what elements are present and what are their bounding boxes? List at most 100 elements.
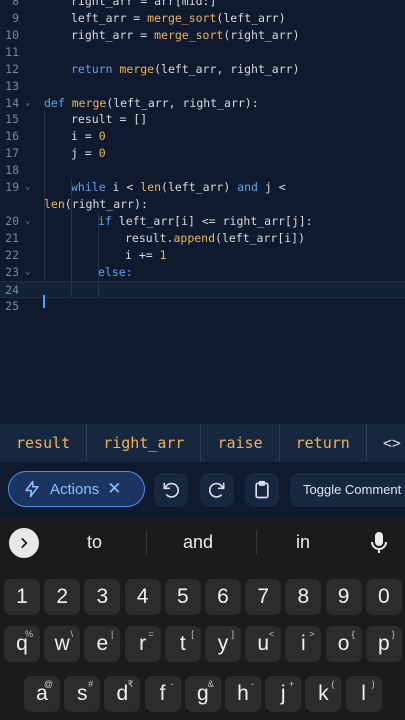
key-p[interactable]: p} [365,626,402,662]
actions-button[interactable]: Actions ✕ [8,471,145,507]
suggestion-item[interactable]: raise [201,424,280,462]
lightning-icon [25,480,39,498]
line-number: 12 [5,61,19,76]
code-line[interactable]: 14 ⌄ def merge(left_arr, right_arr): [0,95,405,112]
key-3[interactable]: 3 [84,579,121,615]
key-j[interactable]: j + [265,676,302,712]
key-d[interactable]: d ₹ [104,676,141,712]
undo-button[interactable] [154,473,188,507]
code-line[interactable]: 12 return merge(left_arr, right_arr) [0,61,405,78]
line-number: 20 [5,213,19,228]
indent-guide [44,111,45,281]
key-2[interactable]: 2 [44,579,81,615]
code-text: result = [] [71,112,148,127]
keyboard-suggestion[interactable]: to [87,532,102,553]
key-e[interactable]: e | [84,626,121,662]
actions-label: Actions [50,480,100,498]
clipboard-button[interactable] [245,473,279,507]
code-text: i = 0 [71,129,106,144]
key-l[interactable]: l) [345,676,382,712]
code-line[interactable]: len(right_arr): [0,196,405,213]
code-line[interactable]: 8 right_arr = arr[mid:] [0,0,405,10]
redo-icon [208,482,225,498]
code-line[interactable]: 9 left_arr = merge_sort(left_arr) [0,10,405,27]
key-a[interactable]: a @ [24,676,60,712]
line-number: 15 [5,112,19,127]
key-u[interactable]: u < [245,626,282,662]
key-0[interactable]: 0 [365,579,402,615]
fold-chevron-icon[interactable]: ⌄ [25,264,35,281]
keyboard-suggestion[interactable]: and [183,532,213,553]
indent-guide [71,179,72,281]
key-s[interactable]: s # [64,676,101,712]
code-line[interactable]: 22 i += 1 [0,247,405,264]
keyboard-suggestion[interactable]: in [296,532,310,553]
autocomplete-bar: result right_arr raise return <> r [0,424,405,462]
indent-guide [98,212,99,281]
suggestion-item[interactable]: result [0,424,88,462]
code-line[interactable]: 25 [0,298,405,315]
keyboard-suggestion-strip: to and in [0,518,405,568]
key-6[interactable]: 6 [205,579,241,615]
key-4[interactable]: 4 [124,579,161,615]
line-number: 9 [12,10,19,25]
toggle-comment-button[interactable]: Toggle Comment [290,473,405,507]
key-y[interactable]: y] [205,626,241,662]
line-number: 10 [5,27,19,42]
code-line[interactable]: 21 result.append(left_arr[i]) [0,230,405,247]
microphone-icon[interactable] [369,531,389,555]
key-8[interactable]: 8 [285,579,322,615]
soft-keyboard: to and in 1 2 3 4 5 6 7 8 9 0 q% w \ e | r = t[y] u < i > o{p}… [0,518,405,720]
fold-chevron-icon[interactable]: ⌄ [25,179,35,196]
code-line[interactable]: 16 i = 0 [0,128,405,145]
key-k[interactable]: k( [305,676,342,712]
line-number: 14 [5,95,19,110]
key-g[interactable]: g & [184,676,221,712]
line-number: 19 [5,180,19,195]
line-number: 16 [5,129,19,144]
line-number: 23 [5,264,19,279]
key-q[interactable]: q% [4,626,40,662]
code-text: else: [98,264,133,279]
indent-guide [98,280,99,298]
chevron-right-icon[interactable] [9,528,39,558]
clipboard-icon [255,480,269,499]
code-line[interactable]: 15 result = [] [0,111,405,128]
editor-toolbar: Actions ✕ Toggle Comment [0,462,405,518]
fold-chevron-icon[interactable]: ⌄ [25,95,35,112]
key-f[interactable]: f- [144,676,181,712]
key-5[interactable]: 5 [164,579,201,615]
line-number: 17 [5,146,19,161]
code-icon[interactable]: <> r [367,424,405,462]
code-line[interactable]: 19 ⌄ while i < len(left_arr) and j < [0,179,405,196]
close-icon[interactable]: ✕ [107,479,121,499]
divider [146,530,147,554]
key-o[interactable]: o{ [325,626,362,662]
code-line[interactable]: 11 [0,44,405,61]
code-text: return merge(left_arr, right_arr) [71,61,300,76]
key-i[interactable]: i > [285,626,322,662]
code-line[interactable]: 13 [0,78,405,95]
code-line[interactable]: 17 j = 0 [0,145,405,162]
key-t[interactable]: t[ [164,626,201,662]
code-line[interactable]: 18 [0,162,405,179]
code-text: result.append(left_arr[i]) [125,230,306,245]
suggestion-item[interactable]: right_arr [87,424,202,462]
redo-button[interactable] [200,473,234,507]
line-number: 21 [5,230,19,245]
key-r[interactable]: r = [124,626,161,662]
fold-chevron-icon[interactable]: ⌄ [25,213,35,230]
code-line[interactable]: 23 ⌄ else: [0,264,405,281]
key-1[interactable]: 1 [4,579,40,615]
key-9[interactable]: 9 [325,579,362,615]
key-h[interactable]: h- [225,676,261,712]
key-7[interactable]: 7 [245,579,282,615]
code-line[interactable]: 20 ⌄ if left_arr[i] <= right_arr[j]: [0,213,405,230]
code-line[interactable]: 10 right_arr = merge_sort(right_arr) [0,27,405,44]
code-text: i += 1 [125,247,167,262]
code-editor[interactable]: 8 right_arr = arr[mid:] 9 left_arr = merge_… [0,0,405,420]
suggestion-item[interactable]: return [280,424,367,462]
active-code-line[interactable]: 24 [0,280,405,298]
code-text: right_arr = merge_sort(right_arr) [71,27,300,42]
key-w[interactable]: w \ [44,626,81,662]
